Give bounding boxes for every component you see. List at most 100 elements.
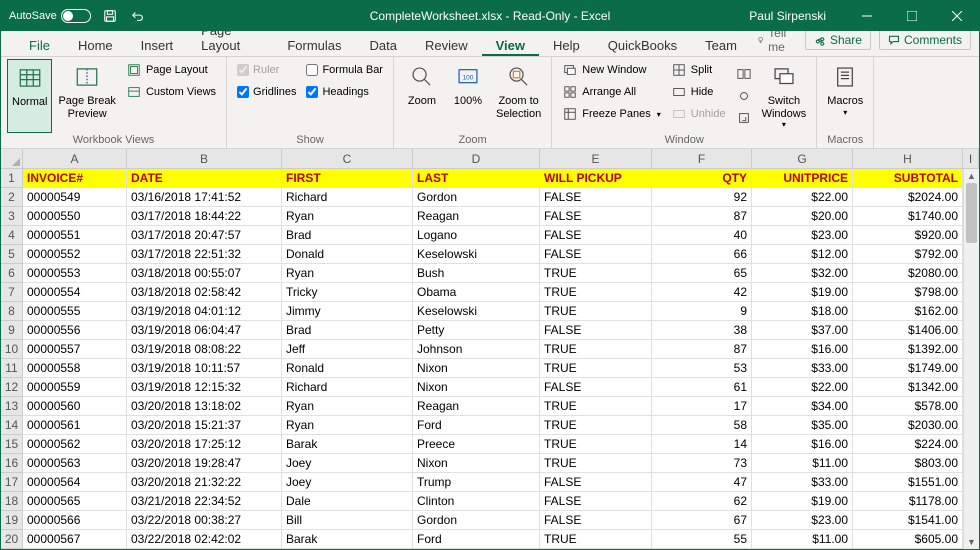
data-cell[interactable]: $162.00 [853, 302, 963, 321]
row-header[interactable]: 15 [1, 435, 23, 454]
data-cell[interactable]: Jimmy [282, 302, 413, 321]
data-cell[interactable]: $23.00 [752, 226, 853, 245]
data-cell[interactable]: 00000562 [23, 435, 127, 454]
data-cell[interactable]: 03/20/2018 15:21:37 [127, 416, 282, 435]
data-cell[interactable]: Preece [413, 435, 540, 454]
data-cell[interactable]: TRUE [540, 283, 652, 302]
freeze-panes-button[interactable]: Freeze Panes▾ [558, 103, 665, 125]
data-cell[interactable]: $1342.00 [853, 378, 963, 397]
sync-scroll-button[interactable] [732, 85, 756, 107]
spreadsheet-grid[interactable]: ABCDEFGHI 1INVOICE#DATEFIRSTLASTWILL PIC… [1, 149, 979, 549]
data-cell[interactable]: $1740.00 [853, 207, 963, 226]
zoom-100-button[interactable]: 100100% [446, 59, 490, 133]
data-cell[interactable]: 03/17/2018 22:51:32 [127, 245, 282, 264]
save-button[interactable] [101, 7, 119, 25]
data-cell[interactable]: 73 [652, 454, 752, 473]
tab-review[interactable]: Review [411, 34, 482, 56]
data-cell[interactable]: $37.00 [752, 321, 853, 340]
data-cell[interactable]: 53 [652, 359, 752, 378]
data-cell[interactable]: $578.00 [853, 397, 963, 416]
data-cell[interactable]: 00000566 [23, 511, 127, 530]
data-cell[interactable]: Nixon [413, 359, 540, 378]
data-cell[interactable]: FALSE [540, 245, 652, 264]
data-cell[interactable]: $1749.00 [853, 359, 963, 378]
data-cell[interactable]: $35.00 [752, 416, 853, 435]
row-header[interactable]: 10 [1, 340, 23, 359]
data-cell[interactable]: FALSE [540, 226, 652, 245]
data-cell[interactable]: $2024.00 [853, 188, 963, 207]
column-header-D[interactable]: D [413, 149, 540, 169]
zoom-to-selection-button[interactable]: Zoom to Selection [492, 59, 545, 133]
data-cell[interactable]: 40 [652, 226, 752, 245]
data-cell[interactable]: 03/21/2018 22:34:52 [127, 492, 282, 511]
data-cell[interactable]: 00000552 [23, 245, 127, 264]
select-all-corner[interactable] [1, 149, 23, 169]
new-window-button[interactable]: New Window [558, 59, 665, 81]
data-cell[interactable]: 03/18/2018 02:58:42 [127, 283, 282, 302]
data-cell[interactable]: TRUE [540, 264, 652, 283]
data-cell[interactable]: $32.00 [752, 264, 853, 283]
data-cell[interactable]: 03/20/2018 13:18:02 [127, 397, 282, 416]
data-cell[interactable]: 03/19/2018 10:11:57 [127, 359, 282, 378]
data-cell[interactable]: $920.00 [853, 226, 963, 245]
data-cell[interactable]: Bill [282, 511, 413, 530]
gridlines-checkbox[interactable]: Gridlines [233, 81, 300, 103]
scroll-down-arrow[interactable]: ▼ [964, 535, 979, 549]
data-cell[interactable]: 58 [652, 416, 752, 435]
data-cell[interactable]: 03/17/2018 20:47:57 [127, 226, 282, 245]
tab-formulas[interactable]: Formulas [273, 34, 355, 56]
row-header[interactable]: 4 [1, 226, 23, 245]
data-cell[interactable]: $22.00 [752, 188, 853, 207]
data-cell[interactable]: TRUE [540, 302, 652, 321]
data-cell[interactable]: TRUE [540, 397, 652, 416]
header-cell[interactable]: INVOICE# [23, 169, 127, 188]
data-cell[interactable]: TRUE [540, 530, 652, 549]
custom-views-button[interactable]: Custom Views [122, 81, 220, 103]
header-cell[interactable]: DATE [127, 169, 282, 188]
header-cell[interactable]: UNITPRICE [752, 169, 853, 188]
header-cell[interactable]: WILL PICKUP [540, 169, 652, 188]
tab-quickbooks[interactable]: QuickBooks [594, 34, 691, 56]
data-cell[interactable]: $1178.00 [853, 492, 963, 511]
data-cell[interactable]: $33.00 [752, 359, 853, 378]
data-cell[interactable]: Ryan [282, 207, 413, 226]
data-cell[interactable]: 65 [652, 264, 752, 283]
row-header[interactable]: 5 [1, 245, 23, 264]
data-cell[interactable]: $1551.00 [853, 473, 963, 492]
header-cell[interactable]: FIRST [282, 169, 413, 188]
headings-checkbox[interactable]: Headings [302, 81, 387, 103]
data-cell[interactable]: 03/22/2018 00:38:27 [127, 511, 282, 530]
data-cell[interactable]: 92 [652, 188, 752, 207]
row-header[interactable]: 13 [1, 397, 23, 416]
row-header[interactable]: 2 [1, 188, 23, 207]
autosave-toggle[interactable]: AutoSave [9, 9, 91, 23]
arrange-all-button[interactable]: Arrange All [558, 81, 665, 103]
reset-position-button[interactable] [732, 107, 756, 129]
normal-view-button[interactable]: Normal [7, 59, 52, 133]
data-cell[interactable]: Logano [413, 226, 540, 245]
row-header[interactable]: 18 [1, 492, 23, 511]
data-cell[interactable]: 00000556 [23, 321, 127, 340]
tab-data[interactable]: Data [356, 34, 411, 56]
data-cell[interactable]: 00000560 [23, 397, 127, 416]
data-cell[interactable]: 00000567 [23, 530, 127, 549]
split-button[interactable]: Split [667, 59, 730, 81]
column-header-A[interactable]: A [23, 149, 127, 169]
row-header[interactable]: 9 [1, 321, 23, 340]
data-cell[interactable]: 14 [652, 435, 752, 454]
data-cell[interactable]: 00000553 [23, 264, 127, 283]
column-header-B[interactable]: B [127, 149, 282, 169]
data-cell[interactable]: 87 [652, 340, 752, 359]
row-header[interactable]: 16 [1, 454, 23, 473]
data-cell[interactable]: 00000559 [23, 378, 127, 397]
data-cell[interactable]: Joey [282, 473, 413, 492]
data-cell[interactable]: 03/22/2018 02:42:02 [127, 530, 282, 549]
data-cell[interactable]: Gordon [413, 511, 540, 530]
tab-insert[interactable]: Insert [127, 34, 188, 56]
header-cell[interactable]: LAST [413, 169, 540, 188]
data-cell[interactable]: 00000558 [23, 359, 127, 378]
vertical-scrollbar[interactable]: ▲ ▼ [963, 169, 979, 549]
data-cell[interactable]: TRUE [540, 435, 652, 454]
tab-team[interactable]: Team [691, 34, 751, 56]
data-cell[interactable]: 03/19/2018 12:15:32 [127, 378, 282, 397]
